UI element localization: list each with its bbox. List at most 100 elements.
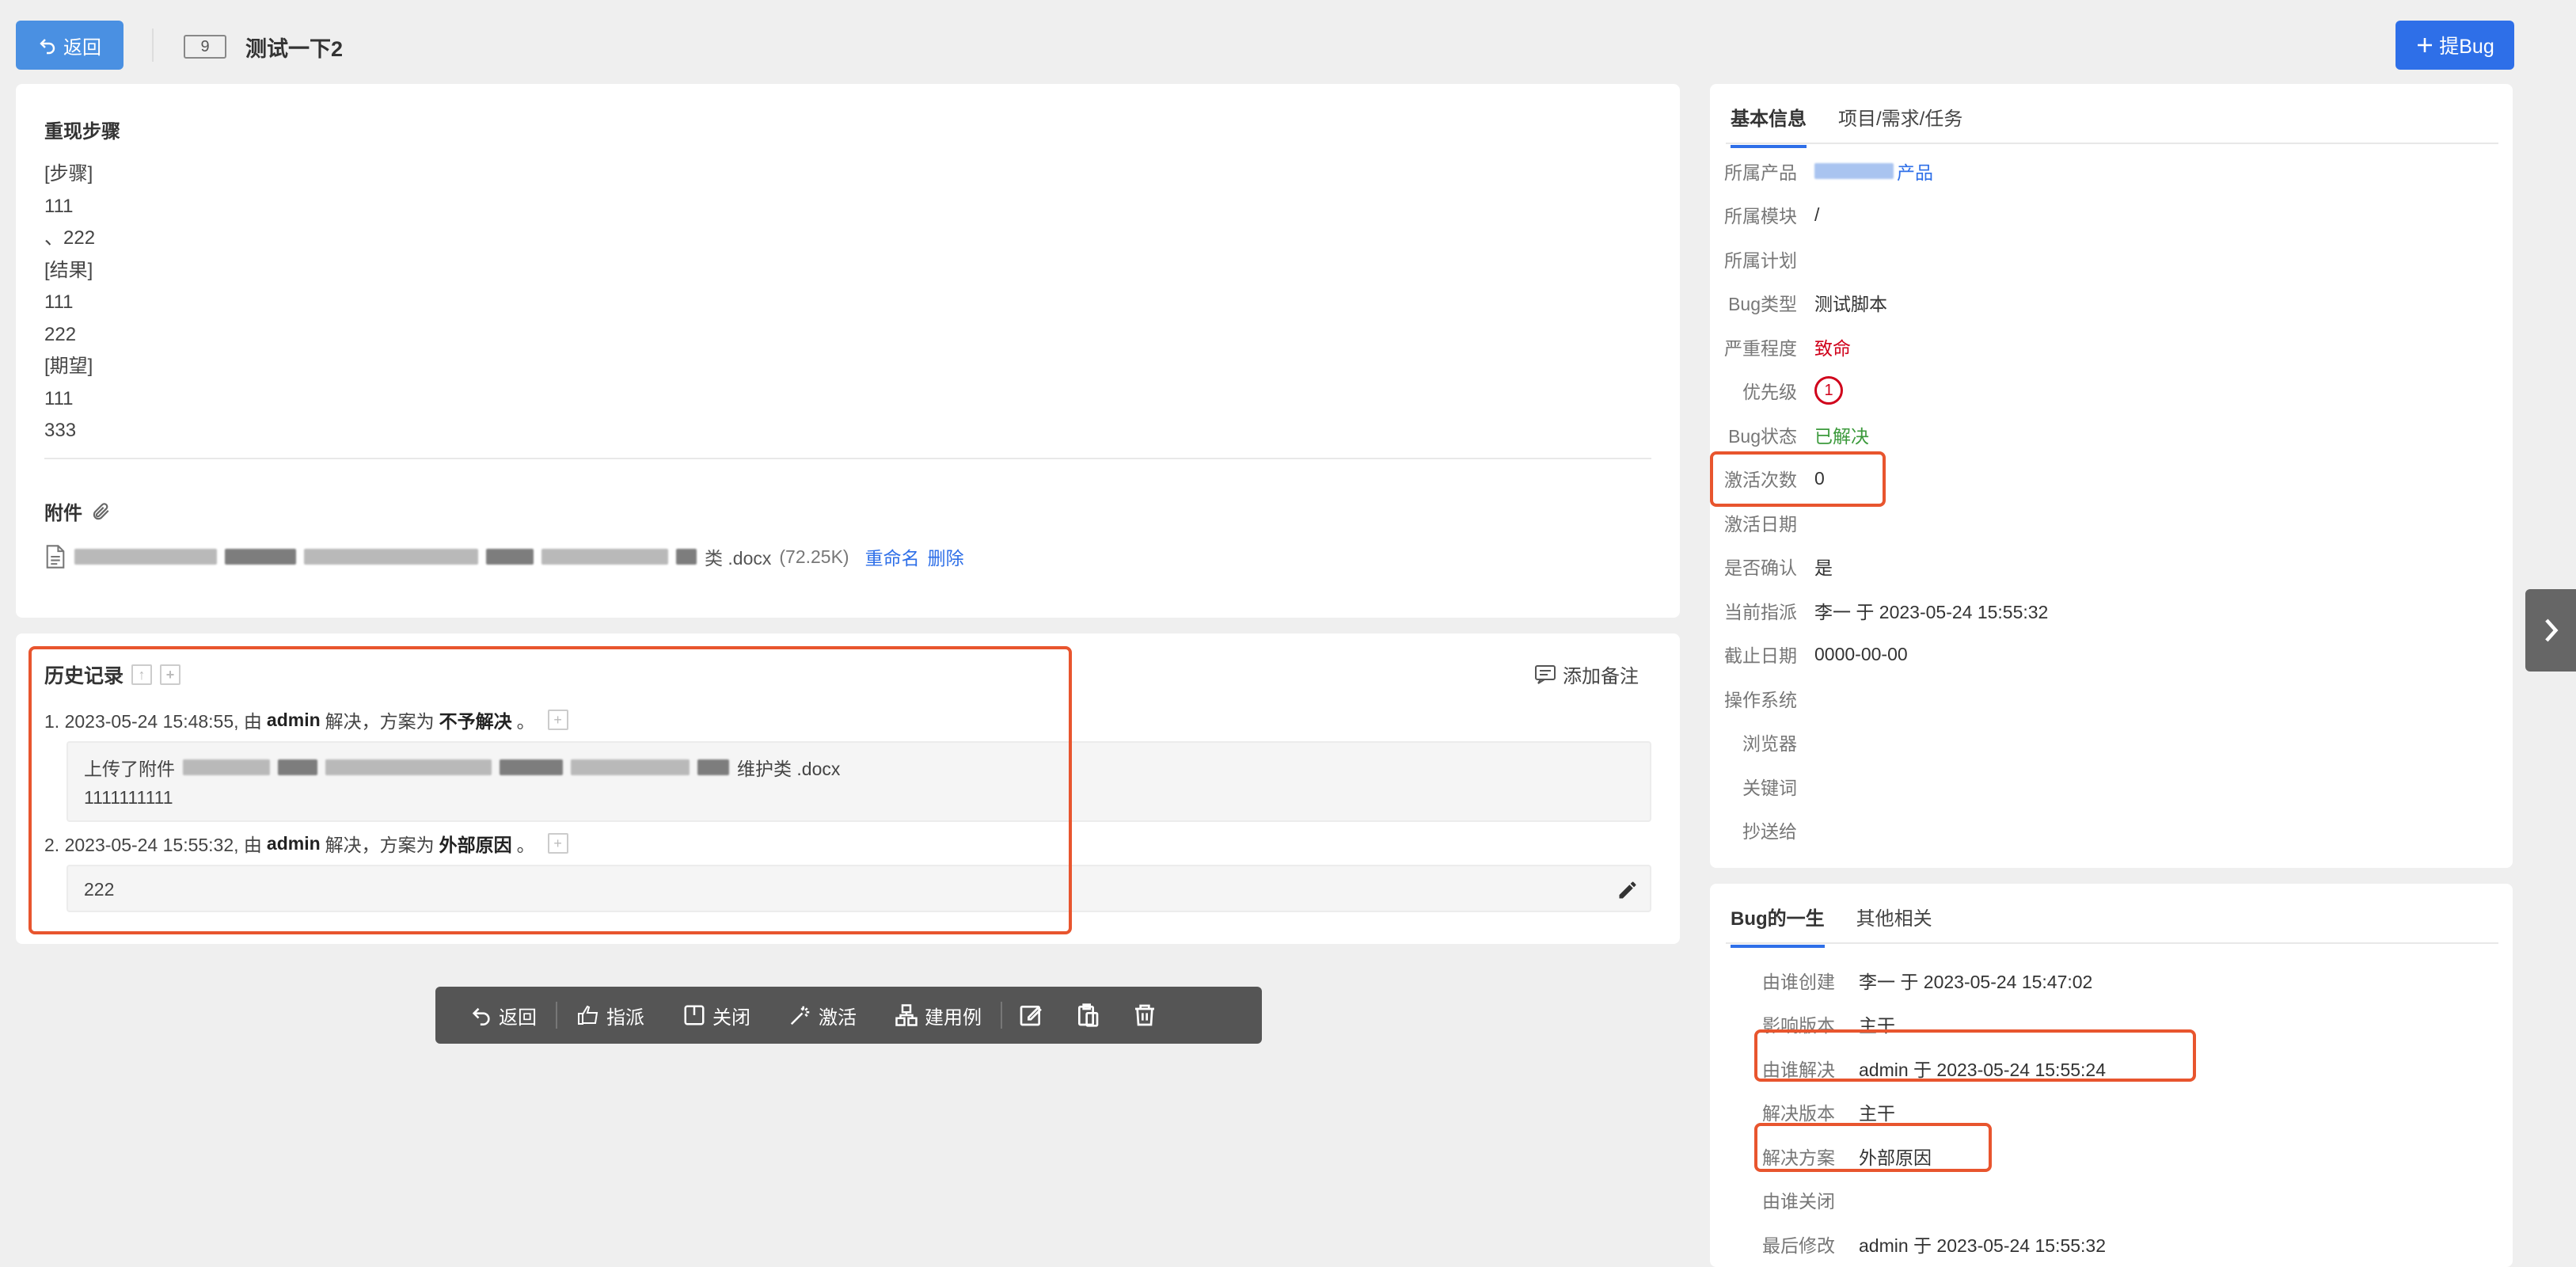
- life-label: 解决版本: [1762, 1103, 1835, 1124]
- back-button[interactable]: 返回: [16, 21, 123, 70]
- toolbar-close-label: 关闭: [712, 1006, 750, 1029]
- toolbar-delete-button[interactable]: [1116, 987, 1173, 1044]
- edit-icon: [1020, 1006, 1042, 1026]
- info-label: 优先级: [1742, 382, 1797, 403]
- info-label: 是否确认: [1724, 557, 1797, 579]
- blurred-filename: [676, 549, 697, 565]
- chevron-right-icon: [2545, 618, 2559, 642]
- power-box-icon: [684, 1005, 705, 1025]
- bug-id-badge: 9: [184, 35, 226, 59]
- life-row-last-edited: 最后修改 admin 于 2023-05-24 15:55:32: [1710, 1222, 2513, 1266]
- toolbar-close-button[interactable]: 关闭: [663, 987, 769, 1044]
- info-row-plan: 所属计划: [1710, 237, 2513, 281]
- toolbar-create-case-label: 建用例: [925, 1006, 982, 1029]
- info-row-severity: 严重程度 致命: [1710, 325, 2513, 369]
- steps-line: 、222: [44, 227, 96, 249]
- steps-line: 111: [44, 195, 74, 217]
- rename-link[interactable]: 重命名: [865, 543, 920, 570]
- paperclip-icon: [93, 502, 109, 519]
- toolbar-activate-button[interactable]: 激活: [769, 987, 876, 1044]
- toolbar-back-button[interactable]: 返回: [451, 987, 556, 1044]
- life-value: 主干: [1859, 1103, 1895, 1124]
- info-label: 操作系统: [1724, 689, 1797, 710]
- trash-icon: [1135, 1004, 1154, 1026]
- steps-title: 重现步骤: [44, 121, 120, 143]
- toolbar-back-label: 返回: [499, 1006, 537, 1029]
- toolbar-assign-button[interactable]: 指派: [557, 987, 663, 1044]
- toolbar-copy-button[interactable]: [1059, 987, 1116, 1044]
- side-panel-toggle[interactable]: [2525, 589, 2576, 672]
- tab-basic-info[interactable]: 基本信息: [1731, 103, 1807, 148]
- info-value: 李一 于 2023-05-24 15:55:32: [1814, 601, 2049, 622]
- life-value: admin 于 2023-05-24 15:55:32: [1859, 1235, 2106, 1256]
- info-row-bug-type: Bug类型 测试脚本: [1710, 281, 2513, 325]
- action-toolbar: 返回 指派 关闭 激活 建用例: [435, 987, 1262, 1044]
- tab-other-related[interactable]: 其他相关: [1856, 903, 1932, 948]
- info-label: 激活日期: [1724, 513, 1797, 535]
- info-row-keywords: 关键词: [1710, 764, 2513, 809]
- blurred-filename: [541, 549, 668, 565]
- hand-point-icon: [578, 1005, 598, 1025]
- steps-divider: [44, 458, 1651, 459]
- info-label: 所属计划: [1724, 249, 1797, 271]
- sitemap-icon: [895, 1004, 918, 1026]
- info-row-activation-date: 激活日期: [1710, 500, 2513, 545]
- info-value: 是: [1814, 557, 1833, 579]
- steps-line: 333: [44, 420, 77, 441]
- info-row-module: 所属模块 /: [1710, 193, 2513, 238]
- clipboard-icon: [1078, 1003, 1099, 1027]
- steps-line: [步骤]: [44, 163, 93, 185]
- header-divider: [152, 29, 154, 62]
- magic-wand-icon: [790, 1006, 810, 1025]
- severity-value: 致命: [1814, 337, 1851, 359]
- tab-underline: [1726, 143, 2498, 144]
- add-note-label: 添加备注: [1563, 666, 1639, 687]
- highlight-frame-resolved-by: [1754, 1029, 2196, 1082]
- undo-icon: [40, 39, 55, 55]
- blurred-filename: [486, 549, 534, 565]
- info-row-assigned-to: 当前指派 李一 于 2023-05-24 15:55:32: [1710, 588, 2513, 633]
- delete-link[interactable]: 删除: [928, 543, 964, 570]
- attachments-header: 附件: [44, 497, 111, 525]
- priority-badge: 1: [1814, 376, 1843, 405]
- toolbar-activate-label: 激活: [819, 1006, 857, 1029]
- info-row-product: 所属产品 产品: [1710, 149, 2513, 193]
- life-tabs: Bug的一生 其他相关: [1731, 903, 1932, 948]
- info-tabs: 基本信息 项目/需求/任务: [1731, 103, 1962, 148]
- info-label: 当前指派: [1724, 601, 1797, 622]
- plus-icon: [2418, 38, 2433, 52]
- life-label: 由谁创建: [1762, 971, 1835, 992]
- page-title: 测试一下2: [245, 37, 344, 61]
- add-bug-button[interactable]: 提Bug: [2396, 21, 2514, 70]
- product-link[interactable]: 产品: [1897, 158, 1933, 185]
- info-label: 严重程度: [1724, 337, 1797, 359]
- tab-bug-life[interactable]: Bug的一生: [1731, 903, 1825, 948]
- info-row-browser: 浏览器: [1710, 721, 2513, 765]
- info-label: 抄送给: [1742, 821, 1797, 843]
- attachment-size: (72.25K): [779, 546, 849, 567]
- life-label: 最后修改: [1762, 1235, 1835, 1256]
- info-label: 截止日期: [1724, 645, 1797, 667]
- info-row-priority: 优先级 1: [1710, 369, 2513, 413]
- attachment-filename[interactable]: 类 .docx: [705, 543, 771, 570]
- tab-underline: [1726, 942, 2498, 944]
- comment-icon: [1535, 664, 1556, 684]
- steps-line: 111: [44, 291, 74, 313]
- toolbar-edit-button[interactable]: [1002, 987, 1059, 1044]
- tab-project-story-task[interactable]: 项目/需求/任务: [1838, 103, 1962, 148]
- edit-pencil-icon[interactable]: [1617, 879, 1639, 901]
- steps-line: [期望]: [44, 356, 93, 377]
- info-value: 1: [1814, 376, 1843, 405]
- info-row-deadline: 截止日期 0000-00-00: [1710, 633, 2513, 677]
- steps-line: [结果]: [44, 259, 93, 281]
- info-row-os: 操作系统: [1710, 676, 2513, 721]
- add-note-button[interactable]: 添加备注: [1534, 660, 1639, 688]
- info-value: 产品: [1814, 158, 1933, 185]
- info-label: Bug状态: [1728, 425, 1797, 447]
- undo-icon: [472, 1007, 490, 1025]
- toolbar-create-case-button[interactable]: 建用例: [876, 987, 1001, 1044]
- life-rows: 由谁创建 李一 于 2023-05-24 15:47:02 影响版本 主干 由谁…: [1710, 958, 2513, 1266]
- info-row-status: Bug状态 已解决: [1710, 413, 2513, 457]
- blurred-filename: [74, 549, 217, 565]
- document-icon: [46, 545, 65, 569]
